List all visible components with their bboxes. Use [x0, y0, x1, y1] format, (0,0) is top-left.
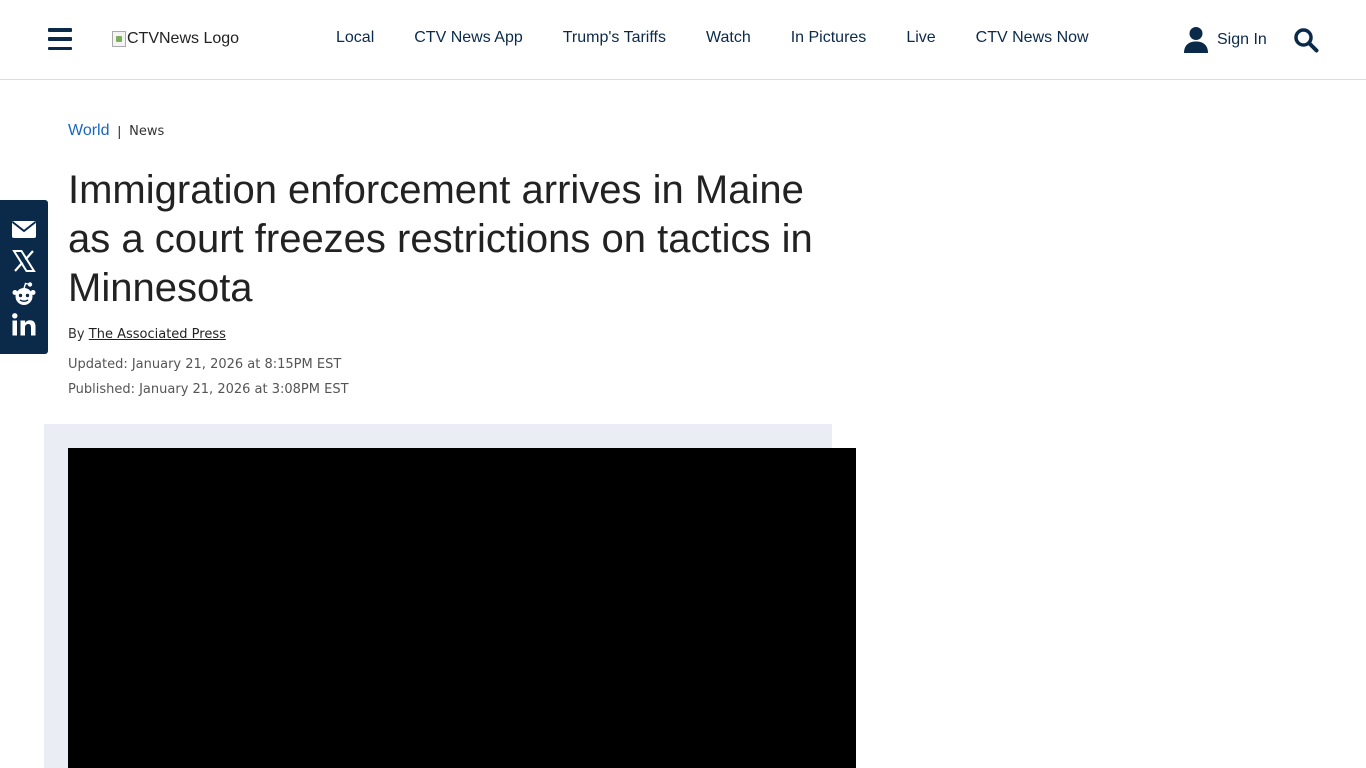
breadcrumb-separator: | [117, 123, 122, 139]
site-logo[interactable]: CTVNews Logo [112, 30, 239, 48]
nav-link-in-pictures[interactable]: In Pictures [791, 29, 867, 47]
site-header: CTVNews Logo Local CTV News App Trump's … [0, 0, 1366, 80]
nav-link-live[interactable]: Live [906, 29, 935, 47]
sign-in-button[interactable]: Sign In [1183, 26, 1267, 53]
author-link[interactable]: The Associated Press [89, 327, 226, 342]
main-nav: Local CTV News App Trump's Tariffs Watch… [336, 29, 1089, 47]
published-timestamp: Published: January 21, 2026 at 3:08PM ES… [68, 382, 349, 397]
video-player[interactable] [68, 448, 856, 768]
email-icon[interactable] [11, 216, 37, 242]
nav-link-watch[interactable]: Watch [706, 29, 751, 47]
logo-alt-text: CTVNews Logo [127, 30, 240, 47]
nav-link-trumps-tariffs[interactable]: Trump's Tariffs [563, 29, 666, 47]
nav-link-ctv-news-now[interactable]: CTV News Now [976, 29, 1089, 47]
updated-timestamp: Updated: January 21, 2026 at 8:15PM EST [68, 357, 342, 372]
reddit-icon[interactable] [11, 281, 37, 307]
sign-in-label: Sign In [1217, 30, 1267, 48]
breadcrumb-news-label: News [129, 123, 165, 139]
search-icon[interactable] [1293, 27, 1319, 53]
hamburger-menu-icon[interactable] [48, 28, 72, 50]
broken-image-icon [112, 31, 126, 47]
breadcrumb: World | News [68, 122, 164, 140]
share-rail [0, 200, 48, 354]
breadcrumb-world-link[interactable]: World [68, 122, 110, 140]
byline: By The Associated Press [68, 327, 226, 342]
nav-link-ctv-news-app[interactable]: CTV News App [414, 29, 522, 47]
nav-link-local[interactable]: Local [336, 29, 374, 47]
user-icon [1184, 27, 1208, 53]
article-headline: Immigration enforcement arrives in Maine… [68, 168, 813, 310]
x-icon[interactable] [11, 248, 37, 274]
linkedin-icon[interactable] [11, 312, 37, 338]
byline-prefix: By [68, 327, 85, 342]
